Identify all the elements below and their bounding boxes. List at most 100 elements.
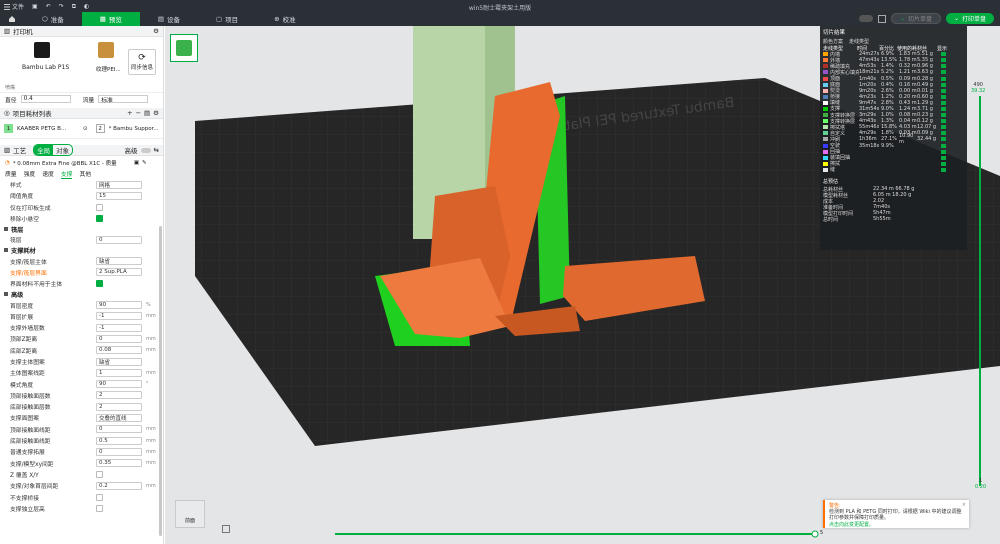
tab-preview[interactable]: ▦ 预览	[81, 12, 140, 26]
view-cube[interactable]: 前面	[175, 500, 205, 528]
legend-row[interactable]: 缝	[823, 167, 964, 173]
global-object-toggle[interactable]: 全局 对象	[33, 144, 74, 156]
legend-visibility-checkbox[interactable]	[941, 119, 946, 124]
setting-value-input[interactable]: 0	[96, 235, 142, 244]
file-menu[interactable]: 文件	[4, 2, 24, 11]
setting-value-input[interactable]: 缺省	[96, 257, 142, 266]
plate-name[interactable]: 纹理PEI...	[96, 65, 121, 73]
subtab-strength[interactable]: 强度	[24, 169, 36, 179]
legend-visibility-checkbox[interactable]	[941, 52, 946, 57]
tab-prepare[interactable]: ⬡ 准备	[24, 12, 82, 26]
tab-device[interactable]: ▤ 设备	[140, 12, 198, 26]
home-button[interactable]	[0, 12, 24, 26]
legend-visibility-checkbox[interactable]	[941, 113, 946, 118]
filament-2-name[interactable]: * Bambu Suppor...	[109, 126, 159, 132]
h-slider-handle[interactable]	[811, 530, 819, 538]
filament-settings-icon[interactable]: ⚙	[153, 109, 159, 117]
setting-value-input[interactable]: 2	[96, 402, 142, 411]
theme-toggle[interactable]	[858, 15, 873, 22]
remove-filament-icon[interactable]: −	[136, 109, 141, 117]
print-button[interactable]: ⌄ 打印单盘	[945, 13, 994, 24]
save-preset-icon[interactable]: ▣	[134, 160, 139, 166]
setting-value-input[interactable]: 90	[96, 301, 142, 310]
setting-value-input[interactable]: 缺省	[96, 357, 142, 366]
fit-view-icon[interactable]	[222, 525, 230, 533]
sidebar-scrollbar[interactable]	[159, 226, 162, 536]
setting-value-input[interactable]: 0.35	[96, 459, 142, 468]
legend-visibility-checkbox[interactable]	[941, 82, 946, 87]
sync-button[interactable]: ⟳ 同步信息	[128, 49, 156, 75]
setting-value-input[interactable]: 交叠的直线	[96, 413, 142, 422]
compare-icon[interactable]: ⇆	[154, 146, 159, 154]
preset-select[interactable]: * 0.08mm Extra Fine @BBL X1C - 质量	[13, 159, 131, 167]
setting-value-input[interactable]: 网格	[96, 180, 142, 189]
legend-visibility-checkbox[interactable]	[941, 137, 946, 142]
setting-checkbox[interactable]	[96, 280, 103, 288]
filament-1-edit-icon[interactable]: ⊙	[83, 126, 88, 132]
nozzle-select[interactable]: 0.4	[20, 95, 71, 103]
setting-checkbox[interactable]	[96, 215, 103, 223]
legend-visibility-checkbox[interactable]	[941, 131, 946, 136]
h-slider-track[interactable]	[335, 533, 815, 535]
save-icon[interactable]: ▣	[32, 3, 38, 10]
layout-icon[interactable]	[877, 14, 886, 23]
legend-visibility-checkbox[interactable]	[941, 143, 946, 148]
legend-visibility-checkbox[interactable]	[941, 58, 946, 63]
subtab-support[interactable]: 支撑	[60, 169, 73, 179]
legend-visibility-checkbox[interactable]	[941, 155, 946, 160]
subtab-other[interactable]: 其他	[79, 169, 91, 179]
v-slider-track[interactable]	[979, 96, 981, 486]
toggle-object[interactable]: 对象	[53, 145, 72, 155]
legend-visibility-checkbox[interactable]	[941, 76, 946, 81]
warning-close-icon[interactable]: ×	[962, 502, 966, 508]
subtab-quality[interactable]: 质量	[5, 169, 17, 179]
legend-visibility-checkbox[interactable]	[941, 161, 946, 166]
legend-visibility-checkbox[interactable]	[941, 125, 946, 130]
tab-calibration[interactable]: ⊕ 校准	[256, 12, 313, 26]
setting-value-input[interactable]: 0.08	[96, 346, 142, 355]
setting-value-input[interactable]: 0	[96, 447, 142, 456]
toggle-global[interactable]: 全局	[34, 145, 54, 155]
setting-value-input[interactable]: -1	[96, 323, 142, 332]
setting-value-input[interactable]: 15	[96, 191, 142, 200]
setting-value-input[interactable]: -1	[96, 312, 142, 321]
legend-visibility-checkbox[interactable]	[941, 94, 946, 99]
setting-value-input[interactable]: 0	[96, 334, 142, 343]
advanced-switch[interactable]	[140, 147, 151, 153]
setting-checkbox[interactable]	[96, 493, 103, 501]
printer-image[interactable]	[34, 42, 50, 58]
setting-value-input[interactable]: 0	[96, 425, 142, 434]
filament-edit-icon[interactable]: ▤	[144, 109, 150, 117]
legend-visibility-checkbox[interactable]	[941, 149, 946, 154]
setting-value-input[interactable]: 0.2	[96, 481, 142, 490]
setting-value-input[interactable]: 2	[96, 391, 142, 400]
plate-thumbnail[interactable]	[170, 34, 198, 62]
edit-preset-icon[interactable]: ✎	[142, 160, 147, 166]
legend-visibility-checkbox[interactable]	[941, 88, 946, 93]
setting-checkbox[interactable]	[96, 203, 103, 211]
setting-checkbox[interactable]	[96, 504, 103, 512]
plate-image[interactable]	[98, 42, 114, 58]
camera-icon[interactable]: ◐	[84, 3, 89, 10]
copy-icon[interactable]: ⧉	[72, 3, 76, 11]
printer-settings-icon[interactable]: ⚙	[153, 27, 159, 35]
setting-value-input[interactable]: 90	[96, 380, 142, 389]
setting-value-input[interactable]: 0.5	[96, 436, 142, 445]
redo-icon[interactable]: ↷	[59, 3, 64, 10]
filament-2-swatch[interactable]: 2	[95, 124, 105, 133]
undo-icon[interactable]: ↶	[46, 3, 51, 10]
flow-select[interactable]: 标准	[98, 95, 149, 104]
printer-name[interactable]: Bambu Lab P1S	[22, 64, 69, 71]
legend-visibility-checkbox[interactable]	[941, 100, 946, 105]
filament-1-name[interactable]: KAABER PETG B...	[17, 126, 79, 132]
setting-value-input[interactable]: 2 Sup.PLA	[96, 268, 142, 277]
legend-visibility-checkbox[interactable]	[941, 106, 946, 111]
warning-link[interactable]: 点击向此变更配置。	[829, 521, 965, 528]
setting-value-input[interactable]: 1	[96, 368, 142, 377]
subtab-speed[interactable]: 速度	[42, 169, 54, 179]
legend-visibility-checkbox[interactable]	[941, 64, 946, 69]
tab-project[interactable]: ▢ 项目	[198, 12, 256, 26]
setting-checkbox[interactable]	[96, 470, 103, 478]
add-filament-icon[interactable]: +	[127, 109, 132, 117]
slice-button[interactable]: ⌄ 切片单盘	[890, 13, 941, 24]
